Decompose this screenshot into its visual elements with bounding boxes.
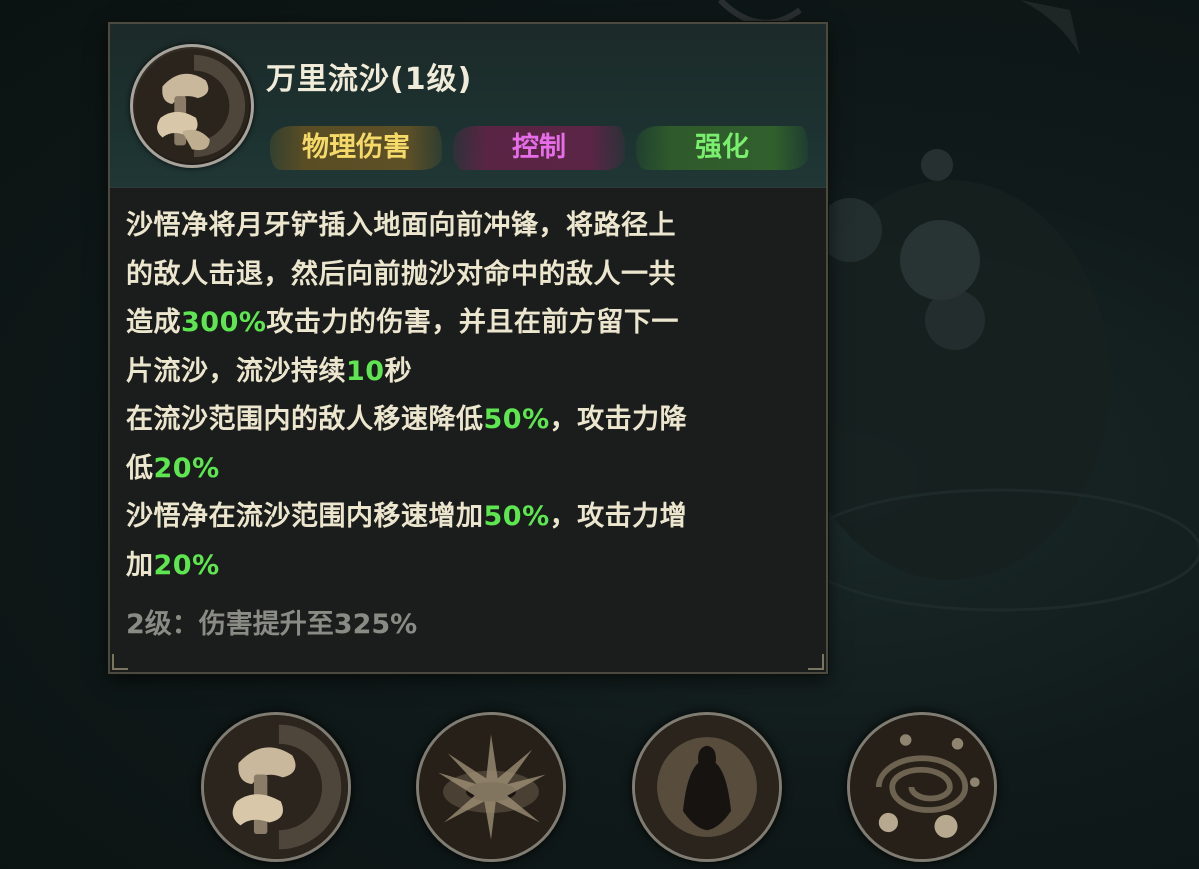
slow-value: 50% [483, 404, 550, 435]
attack-reduction-value: 20% [153, 452, 220, 484]
attack-boost-value: 20% [153, 549, 220, 581]
description-line: 的敌人击退，然后向前抛沙对命中的敌人一共 [126, 258, 676, 290]
damage-value: 300% [181, 307, 267, 338]
panel-corner-ornament [112, 654, 128, 670]
tag-enhance: 强化 [636, 126, 808, 170]
description-line: 沙悟净将月牙铲插入地面向前冲锋，将路径上 [126, 210, 676, 241]
description-line: 在流沙范围内的敌人移速降低50%，攻击力降 [126, 404, 688, 435]
skill-slot-3[interactable] [632, 712, 782, 862]
sand-shovel-icon [130, 44, 254, 168]
next-level-info: 2级：伤害提升至325% [126, 609, 418, 640]
description-line: 加20% [126, 549, 220, 581]
duration-value: 10 [346, 355, 385, 387]
panel-corner-ornament [808, 654, 824, 670]
skull-vortex-icon [850, 715, 994, 859]
tag-physical-damage: 物理伤害 [270, 126, 442, 170]
description-line: 沙悟净在流沙范围内移速增加50%，攻击力增 [126, 501, 688, 532]
skill-header: 万里流沙(1级) 物理伤害 控制 强化 [110, 24, 826, 188]
tag-control: 控制 [453, 126, 625, 170]
description-line: 低20% [126, 452, 220, 484]
speed-boost-value: 50% [483, 501, 550, 532]
skill-title: 万里流沙(1级) [266, 62, 473, 97]
skill-description: 沙悟净将月牙铲插入地面向前冲锋，将路径上 的敌人击退，然后向前抛沙对命中的敌人一… [126, 202, 816, 590]
description-line: 片流沙，流沙持续10秒 [126, 355, 413, 387]
sand-shovel-icon [204, 715, 348, 859]
skill-tooltip-panel: 万里流沙(1级) 物理伤害 控制 强化 沙悟净将月牙铲插入地面向前冲锋，将路径上… [108, 22, 828, 674]
description-line: 造成300%攻击力的伤害，并且在前方留下一 [126, 307, 679, 338]
skill-slot-1[interactable] [201, 712, 351, 862]
skill-slot-4[interactable] [847, 712, 997, 862]
shadow-figure-icon [635, 715, 779, 859]
skill-slot-2[interactable] [416, 712, 566, 862]
sand-burst-icon [419, 715, 563, 859]
